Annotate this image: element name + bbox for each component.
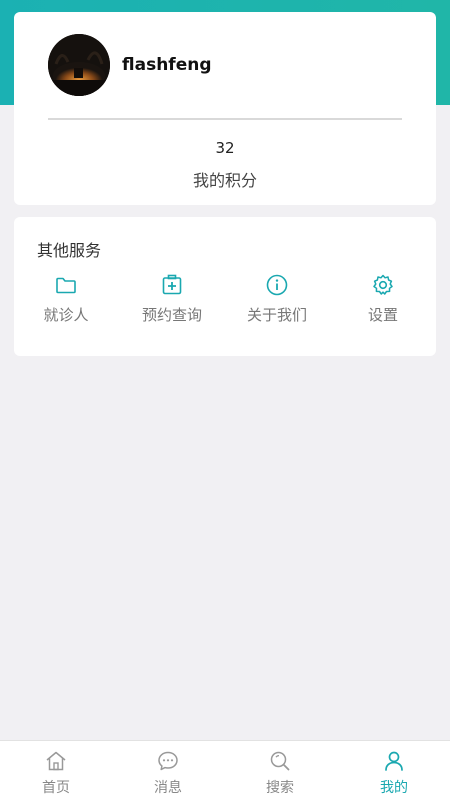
- user-icon: [385, 751, 403, 771]
- tab-label: 搜索: [266, 780, 294, 796]
- services-title: 其他服务: [37, 241, 102, 260]
- avatar-image: [48, 34, 110, 96]
- service-label: 关于我们: [246, 306, 307, 324]
- service-label: 设置: [367, 306, 398, 324]
- profile-card: flashfeng 32 我的积分: [14, 12, 436, 205]
- points-label[interactable]: 我的积分: [14, 167, 436, 191]
- search-icon: [270, 751, 290, 771]
- service-label: 预约查询: [141, 306, 202, 324]
- folder-icon: [56, 277, 76, 294]
- message-icon: [158, 751, 178, 771]
- bottom-tab-bar: 首页 消息 搜索 我的: [0, 740, 450, 800]
- gear-icon: [373, 274, 393, 295]
- avatar[interactable]: [48, 34, 110, 96]
- home-icon: [46, 751, 66, 771]
- points-value[interactable]: 32: [14, 139, 436, 157]
- tab-label: 消息: [154, 780, 182, 796]
- service-about-us-button[interactable]: 关于我们: [227, 273, 327, 329]
- services-card: 其他服务 就诊人 预约查询 关于我们 设置: [14, 217, 436, 356]
- service-patients-button[interactable]: 就诊人: [16, 273, 116, 329]
- info-icon: [266, 274, 288, 296]
- tab-home[interactable]: 首页: [6, 749, 106, 799]
- service-settings-button[interactable]: 设置: [333, 273, 433, 329]
- tab-messages[interactable]: 消息: [118, 749, 218, 799]
- service-label: 就诊人: [43, 306, 89, 324]
- medical-kit-icon: [162, 274, 182, 295]
- tab-label: 我的: [380, 780, 408, 796]
- tab-mine[interactable]: 我的: [344, 749, 444, 799]
- username: flashfeng: [122, 55, 212, 75]
- divider: [48, 118, 402, 120]
- tab-search[interactable]: 搜索: [230, 749, 330, 799]
- tab-label: 首页: [42, 780, 70, 796]
- service-appointment-query-button[interactable]: 预约查询: [122, 273, 222, 329]
